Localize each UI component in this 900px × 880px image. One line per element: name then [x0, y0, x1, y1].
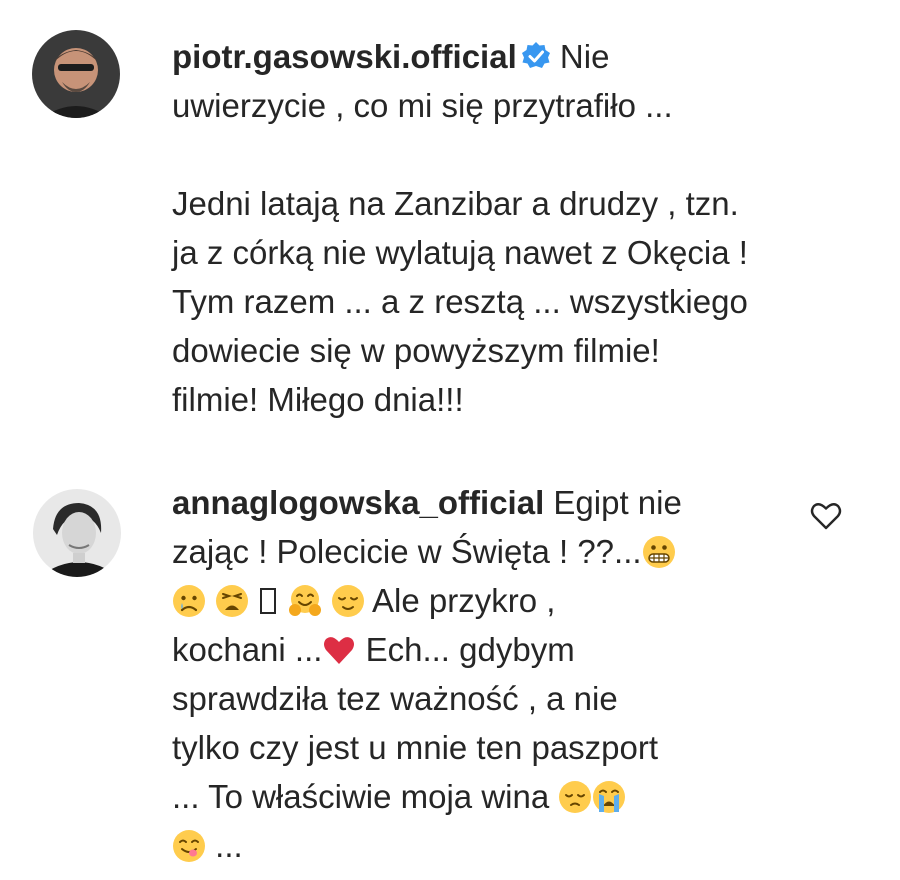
weary-face-emoji-icon — [215, 584, 249, 618]
username-link[interactable]: piotr.gasowski.official — [172, 38, 517, 75]
relieved-face-emoji-icon — [331, 584, 365, 618]
comment-text: annaglogowska_official Egipt nie zając !… — [172, 478, 852, 870]
comment-line: Tym razem ... a z resztą ... wszystkiego — [172, 283, 748, 320]
pensive-face-emoji-icon — [558, 780, 592, 814]
comment-line: ja z córką nie wylatują nawet z Okęcia ! — [172, 234, 748, 271]
loudly-crying-face-emoji-icon — [592, 780, 626, 814]
avatar[interactable] — [33, 489, 121, 577]
grimacing-face-emoji-icon — [642, 535, 676, 569]
username-link[interactable]: annaglogowska_official — [172, 484, 544, 521]
savoring-face-emoji-icon — [172, 829, 206, 863]
verified-badge-icon — [521, 35, 551, 68]
comment-line: Ech... gdybym — [365, 631, 575, 668]
comment-line: Jedni latają na Zanzibar a drudzy , tzn. — [172, 185, 739, 222]
heart-like-icon[interactable] — [808, 498, 844, 534]
comment-item: piotr.gasowski.official Nie uwierzycie ,… — [0, 0, 900, 470]
comment-blank-line — [172, 130, 852, 179]
missing-glyph-icon — [260, 588, 277, 614]
comment-line: zając ! Polecicie w Święta ! ??... — [172, 533, 642, 570]
comment-line: Ale przykro , — [372, 582, 556, 619]
comment-line: kochani ... — [172, 631, 323, 668]
comment-item: annaglogowska_official Egipt nie zając !… — [0, 470, 900, 880]
hugging-face-emoji-icon — [288, 584, 322, 618]
comment-line: tylko czy jest u mnie ten paszport — [172, 729, 659, 766]
comment-line: filmie! Miłego dnia!!! — [172, 381, 464, 418]
comment-line: sprawdziła tez ważność , a nie — [172, 680, 618, 717]
avatar[interactable] — [32, 30, 120, 118]
comment-line: uwierzycie , co mi się przytrafiło ... — [172, 87, 673, 124]
comment-text: piotr.gasowski.official Nie uwierzycie ,… — [172, 32, 852, 424]
comment-line: ... To właściwie moja wina — [172, 778, 550, 815]
comment-line: ... — [215, 827, 243, 864]
sad-face-emoji-icon — [172, 584, 206, 618]
red-heart-emoji-icon — [322, 633, 356, 667]
comment-line: dowiecie się w powyższym filmie! — [172, 332, 660, 369]
comment-line: Nie — [559, 38, 610, 75]
comment-line: Egipt nie — [553, 484, 682, 521]
